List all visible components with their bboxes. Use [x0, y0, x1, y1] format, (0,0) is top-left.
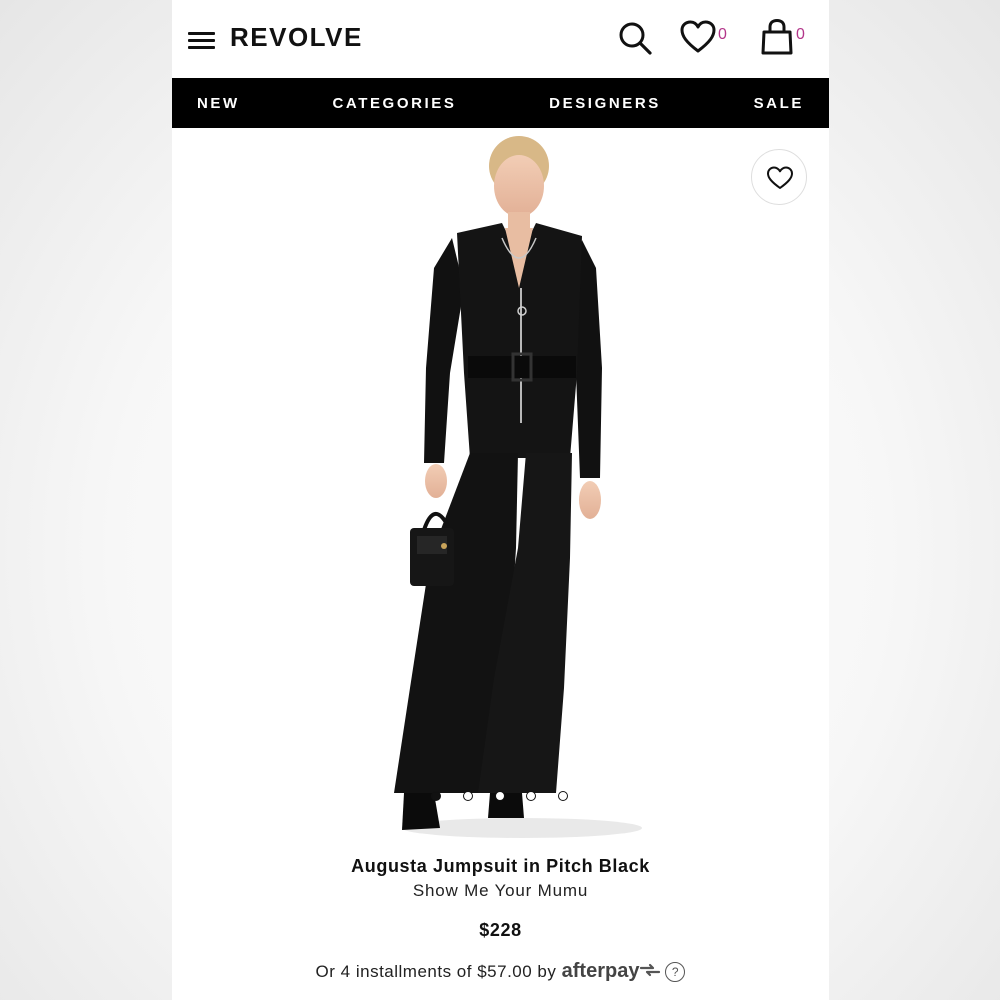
installments-info: Or 4 installments of $57.00 by afterpay … — [172, 960, 829, 983]
bag-count: 0 — [796, 26, 805, 43]
nav-item-designers[interactable]: DESIGNERS — [549, 95, 661, 112]
revolve-logo[interactable]: REVOLVE — [230, 22, 363, 53]
search-icon — [619, 22, 652, 55]
carousel-dot[interactable] — [463, 791, 473, 801]
category-nav: NEW CATEGORIES DESIGNERS SALE — [172, 78, 829, 128]
afterpay-arrows-icon — [640, 963, 661, 977]
favorite-button[interactable] — [751, 149, 807, 205]
product-page: REVOLVE 0 0 NEW CATEGORIES DESIGNERS SAL… — [172, 0, 829, 1000]
afterpay-logo[interactable]: afterpay — [562, 960, 640, 982]
carousel-dot[interactable] — [558, 791, 568, 801]
heart-outline-icon — [767, 166, 793, 189]
carousel-dot[interactable] — [431, 791, 441, 801]
product-brand[interactable]: Show Me Your Mumu — [172, 881, 829, 901]
product-title: Augusta Jumpsuit in Pitch Black — [351, 856, 650, 876]
product-photo — [394, 136, 642, 838]
menu-icon[interactable] — [188, 30, 216, 50]
wishlist-button[interactable]: 0 — [680, 18, 732, 58]
heart-icon — [680, 20, 716, 53]
product-image-carousel[interactable] — [172, 128, 829, 845]
info-icon[interactable]: ? — [665, 962, 686, 982]
search-button[interactable] — [618, 18, 654, 58]
carousel-pagination — [431, 791, 571, 803]
nav-item-categories[interactable]: CATEGORIES — [332, 95, 456, 112]
product-price: $228 — [479, 920, 522, 940]
carousel-dot[interactable] — [526, 791, 536, 801]
wishlist-count: 0 — [718, 26, 727, 43]
nav-item-new[interactable]: NEW — [197, 95, 240, 112]
installments-text: Or 4 installments of $57.00 by — [315, 962, 557, 981]
nav-item-sale[interactable]: SALE — [754, 95, 804, 112]
bag-icon — [761, 18, 793, 55]
top-header: REVOLVE 0 0 — [172, 0, 829, 78]
carousel-dot[interactable] — [495, 791, 505, 801]
shopping-bag-button[interactable]: 0 — [760, 18, 810, 58]
